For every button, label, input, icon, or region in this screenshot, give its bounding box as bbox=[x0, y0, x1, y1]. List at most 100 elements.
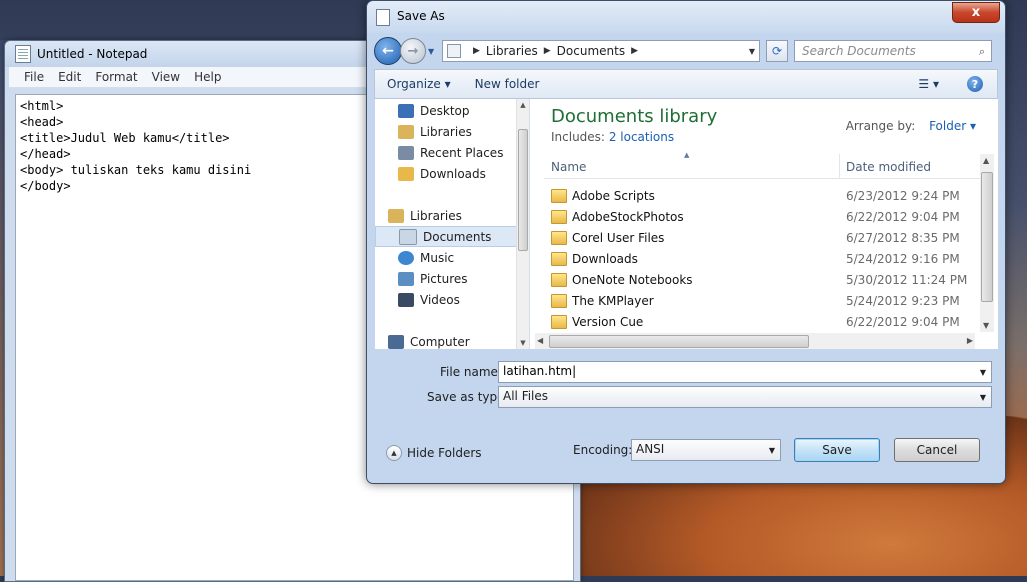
breadcrumb-separator-icon[interactable]: ▶ bbox=[473, 46, 480, 56]
file-name-input[interactable]: latihan.htm| ▼ bbox=[498, 361, 992, 383]
libraries-icon bbox=[398, 124, 414, 139]
save-as-type-select[interactable]: All Files ▼ bbox=[498, 386, 992, 408]
arrange-by-dropdown[interactable]: Folder ▾ bbox=[929, 119, 976, 133]
nav-label: Desktop bbox=[420, 103, 470, 118]
scroll-up-icon[interactable]: ▲ bbox=[983, 156, 989, 165]
file-row[interactable]: Version Cue 6/22/2012 9:04 PM bbox=[544, 312, 984, 333]
close-button[interactable]: x bbox=[952, 2, 1000, 23]
column-divider[interactable] bbox=[839, 154, 840, 178]
file-row[interactable]: Downloads 5/24/2012 9:16 PM bbox=[544, 249, 984, 270]
search-input[interactable]: Search Documents ⌕ bbox=[794, 40, 992, 62]
libraries-icon bbox=[388, 208, 404, 223]
menu-view[interactable]: View bbox=[145, 70, 187, 84]
file-date: 5/30/2012 11:24 PM bbox=[846, 273, 968, 287]
file-list-horizontal-scrollbar[interactable]: ◀ ▶ bbox=[535, 333, 975, 349]
videos-icon bbox=[398, 292, 414, 307]
file-row[interactable]: The KMPlayer 5/24/2012 9:23 PM bbox=[544, 291, 984, 312]
breadcrumb-documents[interactable]: Documents bbox=[557, 44, 625, 58]
change-view-icon[interactable]: ☰ ▾ bbox=[918, 77, 939, 91]
menu-file[interactable]: File bbox=[17, 70, 51, 84]
file-row[interactable]: AdobeStockPhotos 6/22/2012 9:04 PM bbox=[544, 207, 984, 228]
horizontal-scrollbar-thumb[interactable] bbox=[549, 335, 809, 348]
nav-scrollbar-thumb[interactable] bbox=[518, 129, 528, 251]
folder-icon bbox=[551, 252, 567, 266]
nav-item-libraries-fav[interactable]: Libraries bbox=[375, 121, 517, 142]
nav-item-music[interactable]: Music bbox=[375, 247, 517, 268]
search-icon: ⌕ bbox=[978, 45, 985, 58]
help-icon[interactable]: ? bbox=[967, 76, 983, 92]
breadcrumb-separator-icon[interactable]: ▶ bbox=[631, 46, 638, 56]
hide-folders-label: Hide Folders bbox=[407, 446, 482, 460]
includes-label: Includes: bbox=[551, 130, 605, 144]
nav-item-libraries[interactable]: Libraries bbox=[375, 205, 517, 226]
includes-locations-link[interactable]: 2 locations bbox=[609, 130, 674, 144]
save-as-type-label: Save as type: bbox=[427, 390, 509, 404]
nav-item-documents[interactable]: Documents bbox=[375, 226, 517, 247]
folder-icon bbox=[551, 273, 567, 287]
encoding-value: ANSI bbox=[636, 442, 665, 456]
nav-label: Videos bbox=[420, 292, 460, 307]
save-as-dialog: Save As x ← → ▼ ▶ Libraries ▶ Documents … bbox=[366, 0, 1006, 484]
save-form: File name: latihan.htm| ▼ Save as type: … bbox=[374, 351, 998, 477]
downloads-folder-icon bbox=[398, 166, 414, 181]
scroll-right-icon[interactable]: ▶ bbox=[967, 336, 973, 345]
scroll-down-icon[interactable]: ▼ bbox=[517, 339, 529, 347]
nav-label: Libraries bbox=[410, 208, 462, 223]
folder-icon bbox=[551, 189, 567, 203]
file-row[interactable]: Adobe Scripts 6/23/2012 9:24 PM bbox=[544, 186, 984, 207]
dialog-titlebar[interactable]: Save As bbox=[367, 1, 1005, 33]
nav-item-computer[interactable]: Computer bbox=[375, 331, 517, 352]
notepad-icon bbox=[15, 45, 31, 63]
breadcrumb-libraries[interactable]: Libraries bbox=[486, 44, 538, 58]
recent-places-icon bbox=[398, 145, 414, 160]
menu-edit[interactable]: Edit bbox=[51, 70, 88, 84]
menu-format[interactable]: Format bbox=[88, 70, 144, 84]
search-placeholder: Search Documents bbox=[802, 44, 916, 58]
file-date: 5/24/2012 9:16 PM bbox=[846, 252, 960, 266]
cancel-button[interactable]: Cancel bbox=[894, 438, 980, 462]
nav-label: Recent Places bbox=[420, 145, 504, 160]
file-name: AdobeStockPhotos bbox=[572, 210, 684, 224]
recent-pages-dropdown-icon[interactable]: ▼ bbox=[428, 47, 438, 56]
address-bar[interactable]: ▶ Libraries ▶ Documents ▶ ▼ bbox=[442, 40, 760, 62]
encoding-select[interactable]: ANSI ▼ bbox=[631, 439, 781, 461]
nav-scrollbar[interactable]: ▲ ▼ bbox=[516, 99, 529, 349]
menu-help[interactable]: Help bbox=[187, 70, 228, 84]
documents-icon bbox=[399, 228, 417, 245]
column-date-modified[interactable]: Date modified bbox=[846, 160, 931, 174]
desktop-icon bbox=[398, 103, 414, 118]
file-name-dropdown-icon[interactable]: ▼ bbox=[980, 368, 986, 377]
file-row[interactable]: OneNote Notebooks 5/30/2012 11:24 PM bbox=[544, 270, 984, 291]
column-headers: ▲ Name Date modified bbox=[544, 151, 984, 179]
nav-item-pictures[interactable]: Pictures bbox=[375, 268, 517, 289]
new-folder-button[interactable]: New folder bbox=[463, 77, 552, 91]
nav-item-recent-places[interactable]: Recent Places bbox=[375, 142, 517, 163]
breadcrumb-separator-icon[interactable]: ▶ bbox=[544, 46, 551, 56]
hide-folders-button[interactable]: ▲ Hide Folders bbox=[386, 445, 482, 461]
nav-label: Documents bbox=[423, 229, 492, 244]
back-button[interactable]: ← bbox=[374, 37, 402, 65]
save-button[interactable]: Save bbox=[794, 438, 880, 462]
music-icon bbox=[398, 250, 414, 265]
refresh-button[interactable]: ⟳ bbox=[766, 40, 788, 62]
organize-button[interactable]: Organize ▾ bbox=[375, 77, 463, 91]
nav-item-videos[interactable]: Videos bbox=[375, 289, 517, 310]
file-name-label: File name: bbox=[440, 365, 502, 379]
nav-item-downloads[interactable]: Downloads bbox=[375, 163, 517, 184]
vertical-scrollbar-thumb[interactable] bbox=[981, 172, 993, 302]
file-date: 6/22/2012 9:04 PM bbox=[846, 315, 960, 329]
scroll-left-icon[interactable]: ◀ bbox=[537, 336, 543, 345]
column-name[interactable]: Name bbox=[551, 160, 586, 174]
nav-item-desktop[interactable]: Desktop bbox=[375, 100, 517, 121]
file-row[interactable]: Corel User Files 6/27/2012 8:35 PM bbox=[544, 228, 984, 249]
address-dropdown-icon[interactable]: ▼ bbox=[749, 47, 755, 56]
file-list-vertical-scrollbar[interactable]: ▲ ▼ bbox=[980, 154, 994, 332]
back-arrow-icon: ← bbox=[382, 43, 394, 59]
forward-button[interactable]: → bbox=[400, 38, 426, 64]
scroll-down-icon[interactable]: ▼ bbox=[983, 321, 989, 330]
file-name: The KMPlayer bbox=[572, 294, 654, 308]
scroll-up-icon[interactable]: ▲ bbox=[517, 101, 529, 109]
refresh-icon: ⟳ bbox=[771, 44, 783, 58]
forward-arrow-icon: → bbox=[407, 43, 419, 59]
text-cursor: | bbox=[572, 364, 577, 378]
